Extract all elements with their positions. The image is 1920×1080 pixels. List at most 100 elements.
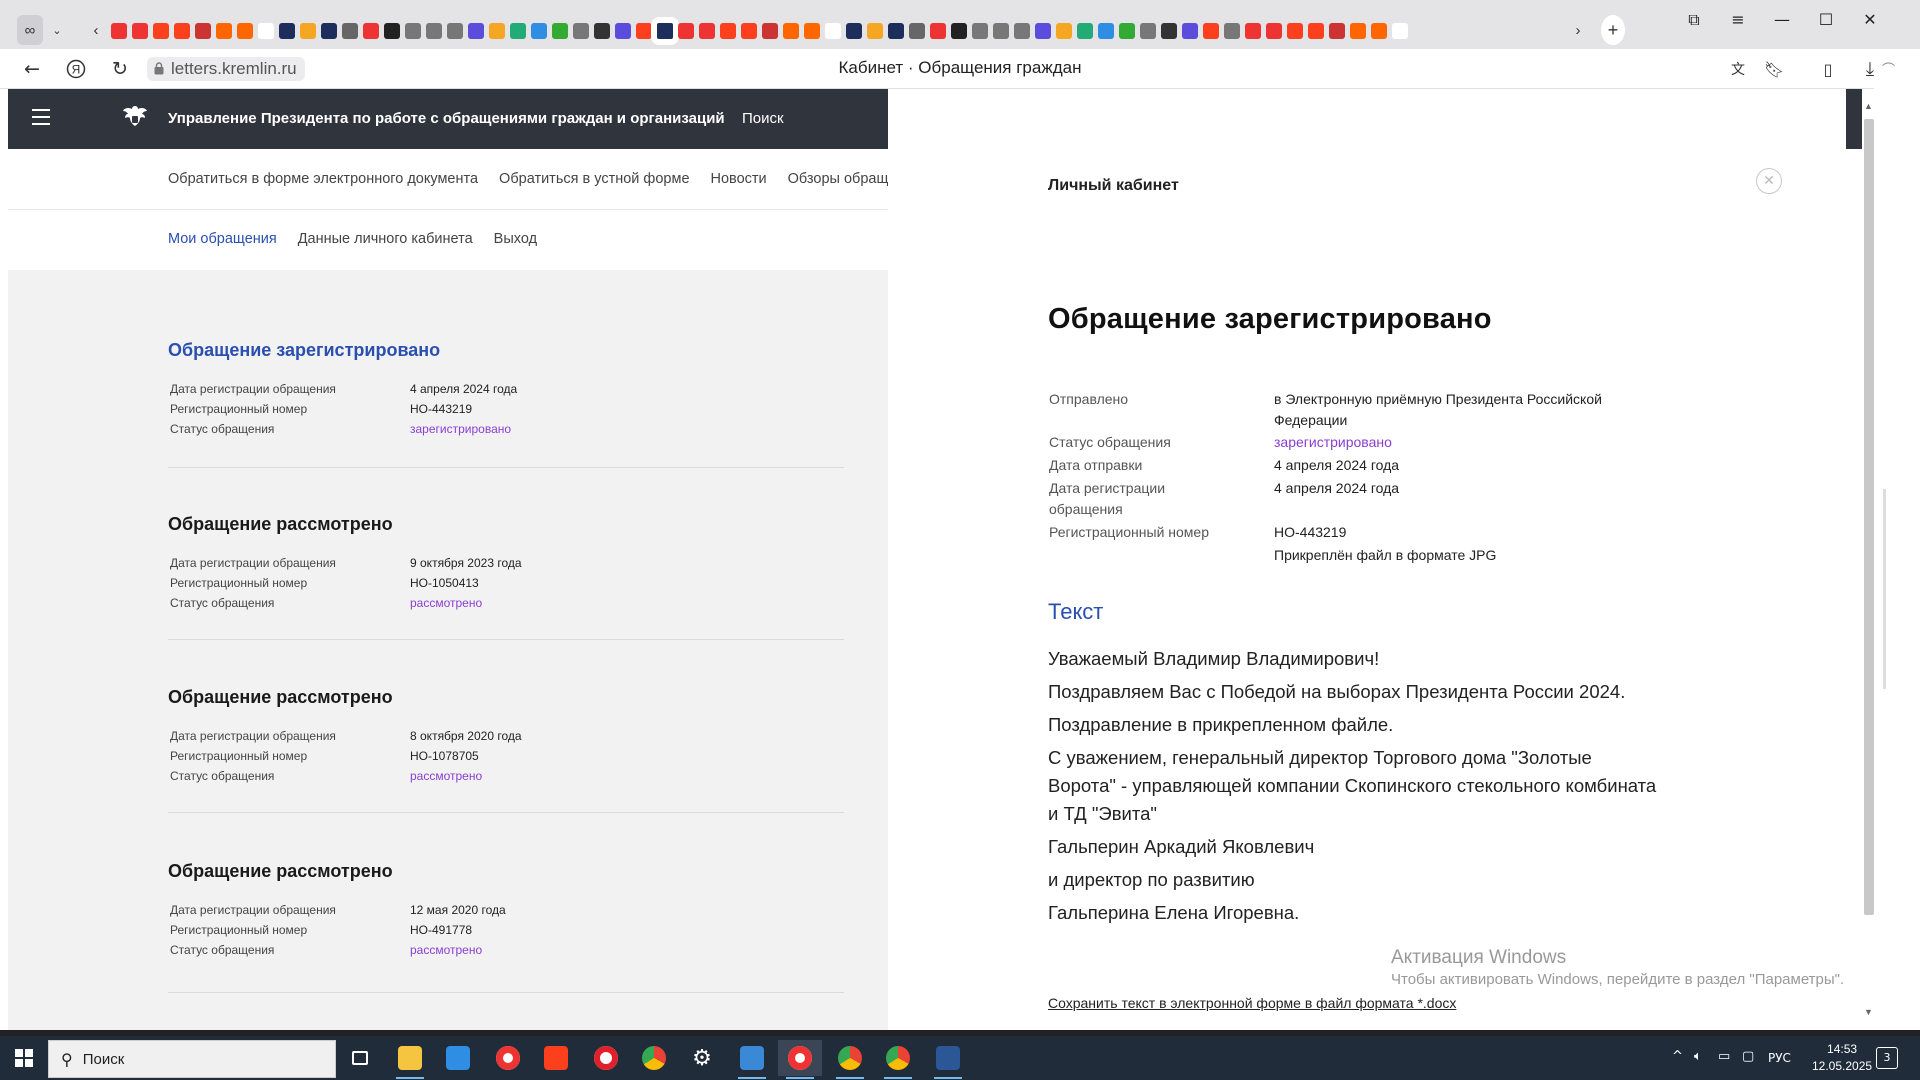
browser-tab-icon[interactable] bbox=[215, 23, 232, 39]
browser-tab-icon[interactable] bbox=[1391, 23, 1408, 39]
appeal-title[interactable]: Обращение рассмотрено bbox=[168, 687, 393, 708]
browser-tab-icon[interactable] bbox=[131, 23, 148, 39]
nav-news[interactable]: Новости bbox=[711, 171, 767, 187]
close-icon[interactable]: ✕ bbox=[1756, 168, 1782, 194]
store-icon[interactable] bbox=[436, 1040, 480, 1076]
translate-icon[interactable]: 文 bbox=[1726, 57, 1750, 81]
yandex-browser-active-icon[interactable] bbox=[778, 1040, 822, 1079]
appeal-card[interactable]: Обращение рассмотрено Дата регистрации о… bbox=[168, 514, 844, 688]
browser-tab-icon[interactable] bbox=[1118, 23, 1135, 39]
browser-tab-icon[interactable] bbox=[1034, 23, 1051, 39]
notifications-icon[interactable]: 3 bbox=[1876, 1047, 1898, 1069]
browser-tab-icon[interactable] bbox=[173, 23, 190, 39]
browser-tab-icon[interactable] bbox=[803, 23, 820, 39]
browser-tab-icon[interactable] bbox=[593, 23, 610, 39]
browser-tab-icon[interactable] bbox=[782, 23, 799, 39]
maximize-button[interactable]: ☐ bbox=[1804, 8, 1848, 30]
tabs-scroll-right-icon[interactable]: › bbox=[1568, 15, 1588, 45]
browser-tab-icon[interactable] bbox=[719, 23, 736, 39]
browser-tab-icon[interactable] bbox=[677, 23, 694, 39]
browser-tab-icon[interactable] bbox=[866, 23, 883, 39]
browser-tab-icon[interactable] bbox=[362, 23, 379, 39]
file-explorer-icon[interactable] bbox=[388, 1040, 432, 1079]
browser-tab-icon[interactable] bbox=[383, 23, 400, 39]
browser-tab-icon[interactable] bbox=[341, 23, 358, 39]
chrome-profile-icon[interactable] bbox=[828, 1040, 872, 1079]
browser-tab-icon[interactable] bbox=[635, 23, 652, 39]
browser-tab-icon[interactable] bbox=[467, 23, 484, 39]
browser-tab-icon[interactable] bbox=[488, 23, 505, 39]
browser-tab-icon[interactable] bbox=[1244, 23, 1261, 39]
nav-logout[interactable]: Выход bbox=[494, 231, 537, 247]
browser-tab-icon[interactable] bbox=[530, 23, 547, 39]
nav-reviews[interactable]: Обзоры обращений bbox=[788, 171, 888, 187]
browser-tab-icon[interactable] bbox=[404, 23, 421, 39]
appeal-title[interactable]: Обращение рассмотрено bbox=[168, 514, 393, 535]
yandex-icon[interactable] bbox=[534, 1040, 578, 1076]
battery-icon[interactable]: ▭ bbox=[1718, 1049, 1730, 1064]
browser-tab-icon[interactable] bbox=[761, 23, 778, 39]
scroll-up-icon[interactable]: ▲ bbox=[1864, 101, 1873, 111]
chrome-icon[interactable] bbox=[632, 1040, 676, 1076]
organization-title[interactable]: Управление Президента по работе с обраще… bbox=[168, 110, 725, 127]
attachment-note[interactable]: Прикреплён файл в формате JPG bbox=[1274, 545, 1634, 566]
browser-tab-icon[interactable] bbox=[656, 23, 673, 39]
appeal-card[interactable]: Обращение рассмотрено Дата регистрации о… bbox=[168, 687, 844, 861]
nav-cabinet-data[interactable]: Данные личного кабинета bbox=[298, 231, 473, 247]
browser-tab-icon[interactable] bbox=[551, 23, 568, 39]
browser-tab-icon[interactable] bbox=[824, 23, 841, 39]
appeal-title[interactable]: Обращение рассмотрено bbox=[168, 861, 393, 882]
taskbar-search[interactable]: ⚲ Поиск bbox=[48, 1040, 336, 1078]
word-icon[interactable] bbox=[926, 1040, 970, 1079]
panel-scrollbar[interactable]: ▲ ▼ bbox=[1846, 89, 1874, 1030]
browser-tab-icon[interactable] bbox=[1265, 23, 1282, 39]
browser-tab-icon[interactable] bbox=[257, 23, 274, 39]
browser-tab-icon[interactable] bbox=[572, 23, 589, 39]
browser-tab-icon[interactable] bbox=[740, 23, 757, 39]
start-button[interactable] bbox=[0, 1036, 48, 1080]
browser-tab-icon[interactable] bbox=[929, 23, 946, 39]
search-link[interactable]: Поиск bbox=[742, 110, 784, 127]
browser-tab-icon[interactable] bbox=[110, 23, 127, 39]
browser-tab-icon[interactable] bbox=[1097, 23, 1114, 39]
appeal-card[interactable]: Обращение рассмотрено Дата регистрации о… bbox=[168, 861, 844, 1035]
browser-tab-icon[interactable] bbox=[887, 23, 904, 39]
browser-tab-icon[interactable] bbox=[1013, 23, 1030, 39]
browser-tab-icon[interactable] bbox=[236, 23, 253, 39]
new-tab-button[interactable]: + bbox=[1601, 15, 1625, 45]
tabs-scroll-left-icon[interactable]: ‹ bbox=[86, 15, 106, 45]
browser-tab-icon[interactable] bbox=[614, 23, 631, 39]
language-indicator[interactable]: РУС bbox=[1768, 1051, 1791, 1065]
browser-tab-icon[interactable] bbox=[992, 23, 1009, 39]
nav-my-appeals[interactable]: Мои обращения bbox=[168, 231, 277, 247]
save-docx-link[interactable]: Сохранить текст в электронной форме в фа… bbox=[1048, 995, 1456, 1011]
scroll-down-icon[interactable]: ▼ bbox=[1864, 1007, 1873, 1017]
browser-tab-icon[interactable] bbox=[152, 23, 169, 39]
tray-chevron-icon[interactable]: ^ bbox=[1672, 1049, 1683, 1064]
appeal-card[interactable]: Обращение зарегистрировано Дата регистра… bbox=[168, 340, 844, 514]
browser-tab-icon[interactable] bbox=[509, 23, 526, 39]
settings-icon[interactable]: ⚙ bbox=[680, 1040, 724, 1076]
sidebar-icon[interactable]: ▯ bbox=[1816, 57, 1840, 81]
close-window-button[interactable]: ✕ bbox=[1848, 8, 1892, 30]
browser-tab-icon[interactable] bbox=[1223, 23, 1240, 39]
browser-tab-icon[interactable] bbox=[971, 23, 988, 39]
browser-tab-icon[interactable] bbox=[950, 23, 967, 39]
browser-tab-icon[interactable] bbox=[446, 23, 463, 39]
remote-desktop-icon[interactable] bbox=[730, 1040, 774, 1079]
volume-icon[interactable]: 🔈︎ bbox=[1694, 1049, 1702, 1064]
browser-tab-icon[interactable] bbox=[194, 23, 211, 39]
nav-oral-form[interactable]: Обратиться в устной форме bbox=[499, 171, 689, 187]
browser-tab-icon[interactable] bbox=[320, 23, 337, 39]
browser-tab-icon[interactable] bbox=[1076, 23, 1093, 39]
browser-tab-icon[interactable] bbox=[1307, 23, 1324, 39]
appeal-title[interactable]: Обращение зарегистрировано bbox=[168, 340, 440, 361]
nav-electronic-document[interactable]: Обратиться в форме электронного документ… bbox=[168, 171, 478, 187]
browser-tab-icon[interactable] bbox=[1328, 23, 1345, 39]
chrome-profile-2-icon[interactable] bbox=[876, 1040, 920, 1079]
tab-list-dropdown-icon[interactable]: ⌄ bbox=[46, 15, 68, 45]
yandex-browser-icon[interactable] bbox=[486, 1040, 530, 1076]
browser-tab-icon[interactable] bbox=[908, 23, 925, 39]
browser-tab-icon[interactable] bbox=[1349, 23, 1366, 39]
browser-tab-icon[interactable] bbox=[425, 23, 442, 39]
